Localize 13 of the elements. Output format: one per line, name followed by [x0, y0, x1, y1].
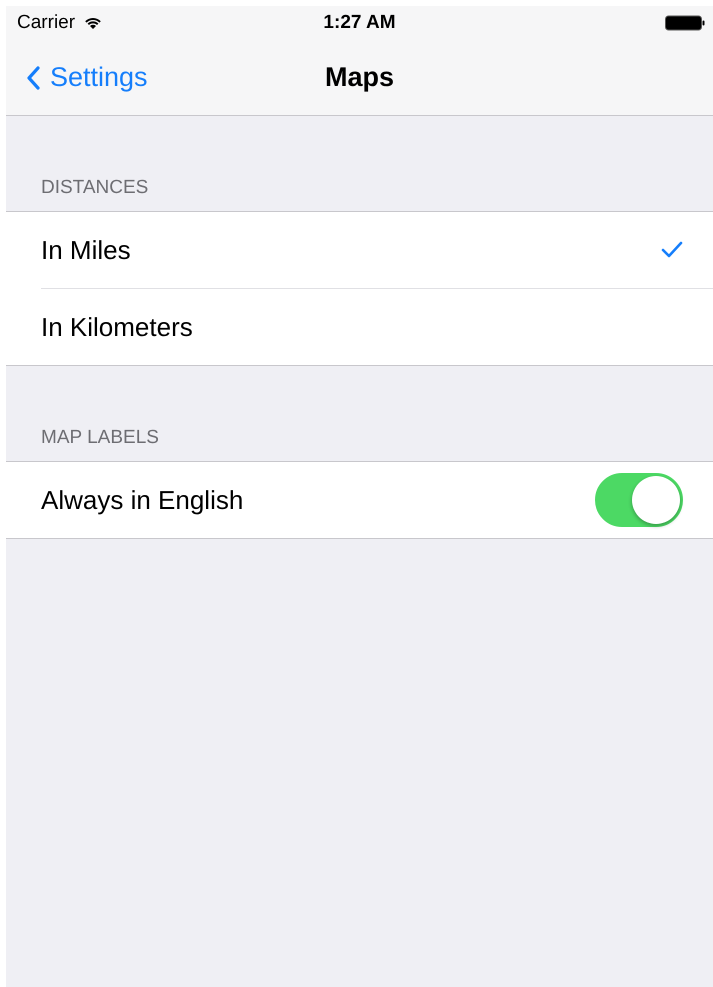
row-label: In Miles: [41, 234, 131, 266]
back-button[interactable]: Settings: [26, 62, 148, 93]
wifi-icon: [83, 16, 104, 30]
status-time: 1:27 AM: [323, 12, 396, 34]
back-chevron-icon: [26, 66, 40, 90]
row-label: In Kilometers: [41, 312, 193, 342]
battery-icon: [665, 15, 705, 31]
section-header: MAP LABELS: [41, 427, 159, 449]
toggle-switch[interactable]: [595, 473, 683, 527]
page-title: Maps: [324, 62, 394, 93]
section-header: DISTANCES: [41, 177, 148, 199]
carrier-name: Carrier: [17, 12, 76, 34]
row-label: Always in English: [41, 484, 244, 516]
